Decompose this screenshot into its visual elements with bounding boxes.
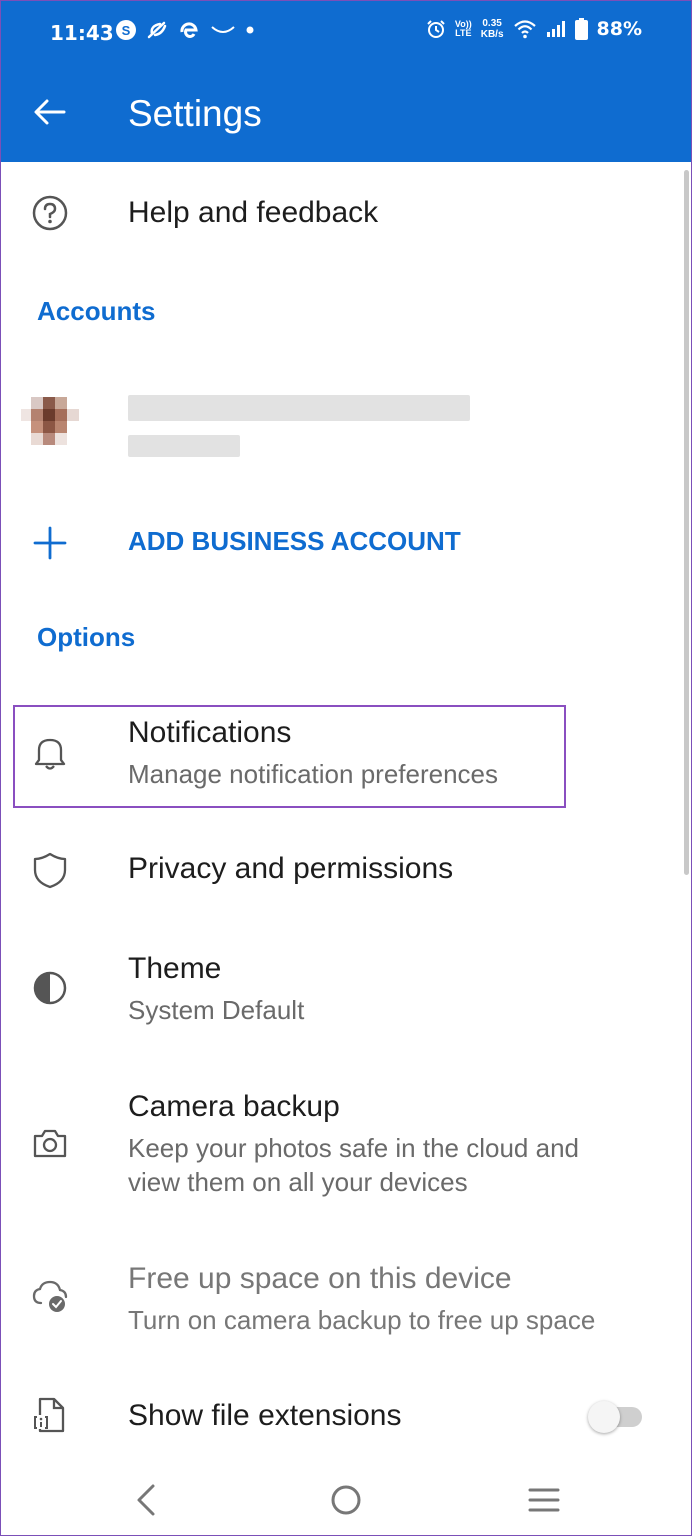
help-icon [30,193,70,233]
skype-icon: S [116,20,136,40]
privacy-permissions-item[interactable]: Privacy and permissions [0,840,692,906]
free-up-space-item: Free up space on this device Turn on cam… [0,1260,692,1350]
free-up-space-label: Free up space on this device [128,1262,512,1295]
notifications-subtitle: Manage notification preferences [128,759,499,789]
scrollbar[interactable] [684,170,689,875]
alarm-icon [426,19,446,39]
cloud-check-icon [30,1275,70,1315]
add-business-account-item[interactable]: ADD BUSINESS ACCOUNT [0,510,692,576]
status-time: 11:43 [50,21,114,45]
signal-icon [546,20,566,38]
network-speed-value: 0.35 [482,18,502,29]
notifications-label: Notifications [128,716,292,749]
notification-icons: S [116,19,254,41]
status-right: Vo)) LTE 0.35 KB/s 88% [426,18,642,40]
network-speed-unit: KB/s [480,29,504,40]
avatar [21,397,79,447]
app-bar: 11:43 S Vo)) LTE 0.35 KB/s 88% Settings [0,0,692,162]
wifi-icon [513,19,537,39]
lte-text: LTE [455,28,472,38]
theme-item[interactable]: Theme System Default [0,950,692,1040]
back-arrow-icon[interactable] [30,92,70,132]
camera-icon [30,1123,70,1163]
options-header: Options [37,622,136,652]
nav-home-icon[interactable] [326,1480,366,1520]
file-extensions-toggle[interactable] [588,1401,642,1433]
bell-icon [30,732,70,772]
help-feedback-item[interactable]: Help and feedback [0,180,692,250]
plus-icon [30,523,70,563]
account-type-redacted [128,435,240,457]
notifications-item[interactable]: Notifications Manage notification prefer… [0,712,692,802]
status-bar: 11:43 S Vo)) LTE 0.35 KB/s 88% [0,0,692,66]
theme-contrast-icon [30,968,70,1008]
shield-icon [30,850,70,890]
volte-indicator: Vo)) LTE [455,20,472,38]
add-business-account-label: ADD BUSINESS ACCOUNT [128,526,461,556]
free-up-space-subtitle: Turn on camera backup to free up space [128,1305,596,1335]
nav-menu-icon[interactable] [524,1480,564,1520]
accounts-header: Accounts [37,296,156,326]
show-file-extensions-label: Show file extensions [128,1399,402,1432]
file-extension-icon [30,1395,70,1435]
theme-subtitle: System Default [128,995,305,1025]
edge-icon [178,19,200,41]
nav-back-icon[interactable] [126,1480,166,1520]
theme-label: Theme [128,952,222,985]
toggle-knob [588,1401,620,1433]
page-title: Settings [128,93,262,134]
camera-backup-subtitle-line2: view them on all your devices [128,1167,468,1197]
battery-percent: 88% [596,18,642,40]
camera-backup-label: Camera backup [128,1090,340,1123]
account-item[interactable] [0,385,692,465]
battery-icon [574,18,588,40]
privacy-permissions-label: Privacy and permissions [128,852,454,885]
help-feedback-label: Help and feedback [128,196,379,229]
smile-icon [210,24,236,36]
dot-icon [246,26,254,34]
feather-icon [146,20,168,40]
system-nav-bar [0,1460,692,1536]
camera-backup-item[interactable]: Camera backup Keep your photos safe in t… [0,1088,692,1208]
camera-backup-subtitle-line1: Keep your photos safe in the cloud and [128,1133,579,1163]
account-email-redacted [128,395,470,421]
network-speed: 0.35 KB/s [481,18,504,40]
